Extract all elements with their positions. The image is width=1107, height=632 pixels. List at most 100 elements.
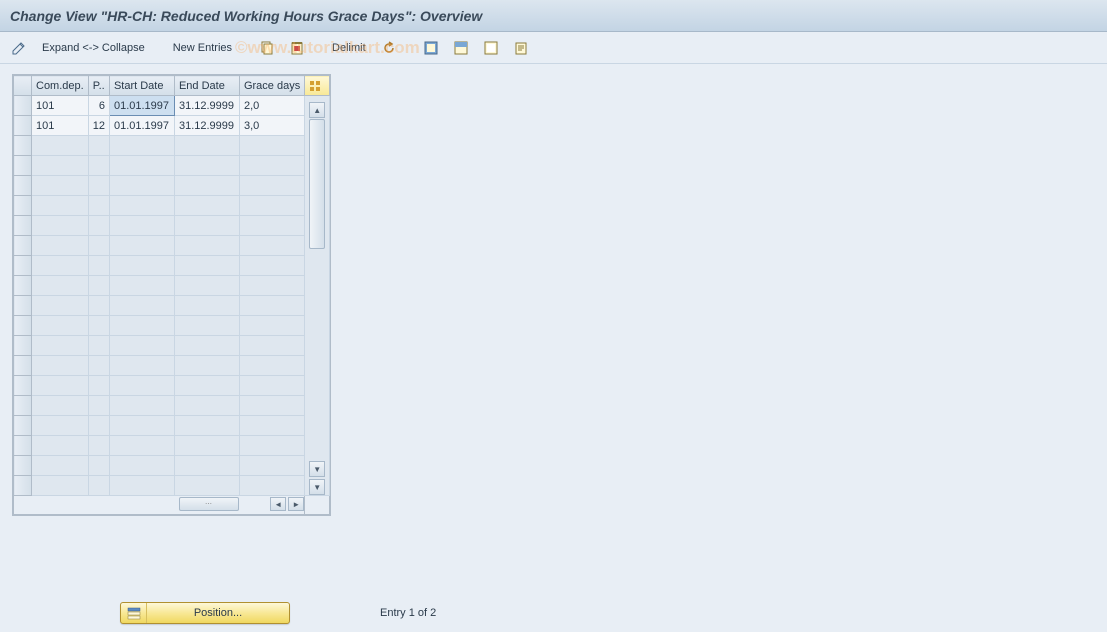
empty-cell[interactable] — [88, 256, 109, 276]
empty-cell[interactable] — [174, 296, 239, 316]
empty-cell[interactable] — [32, 256, 89, 276]
empty-cell[interactable] — [109, 296, 174, 316]
table-row-empty[interactable] — [14, 436, 330, 456]
empty-cell[interactable] — [239, 376, 304, 396]
col-grace-days[interactable]: Grace days — [239, 76, 304, 96]
cell-com-dep[interactable]: 101 — [32, 96, 89, 116]
empty-cell[interactable] — [88, 396, 109, 416]
horizontal-scrollbar[interactable]: ⋯ ◄ ► — [14, 496, 304, 514]
empty-cell[interactable] — [109, 156, 174, 176]
empty-cell[interactable] — [174, 176, 239, 196]
empty-cell[interactable] — [239, 136, 304, 156]
table-row-empty[interactable] — [14, 476, 330, 496]
empty-cell[interactable] — [174, 456, 239, 476]
empty-cell[interactable] — [109, 456, 174, 476]
table-row-empty[interactable] — [14, 376, 330, 396]
empty-cell[interactable] — [88, 316, 109, 336]
row-selector[interactable] — [14, 316, 32, 336]
table-row-empty[interactable] — [14, 156, 330, 176]
empty-cell[interactable] — [239, 396, 304, 416]
delimit-button[interactable]: Delimit — [328, 40, 370, 56]
empty-cell[interactable] — [109, 356, 174, 376]
table-row[interactable]: 101 12 01.01.1997 31.12.9999 3,0 — [14, 116, 330, 136]
empty-cell[interactable] — [32, 376, 89, 396]
cell-grace-days[interactable]: 2,0 — [239, 96, 304, 116]
corner-cell[interactable] — [14, 76, 32, 96]
empty-cell[interactable] — [174, 216, 239, 236]
empty-cell[interactable] — [88, 236, 109, 256]
table-row-empty[interactable] — [14, 196, 330, 216]
empty-cell[interactable] — [32, 176, 89, 196]
empty-cell[interactable] — [32, 156, 89, 176]
empty-cell[interactable] — [239, 476, 304, 496]
empty-cell[interactable] — [174, 256, 239, 276]
empty-cell[interactable] — [88, 276, 109, 296]
cell-start-date[interactable]: 01.01.1997 — [109, 116, 174, 136]
delete-icon[interactable] — [286, 37, 308, 59]
empty-cell[interactable] — [88, 376, 109, 396]
table-row-empty[interactable] — [14, 136, 330, 156]
cell-start-date[interactable]: 01.01.1997 — [109, 96, 174, 116]
cell-end-date[interactable]: 31.12.9999 — [174, 116, 239, 136]
empty-cell[interactable] — [174, 156, 239, 176]
empty-cell[interactable] — [32, 276, 89, 296]
empty-cell[interactable] — [109, 436, 174, 456]
row-selector[interactable] — [14, 296, 32, 316]
table-row-empty[interactable] — [14, 176, 330, 196]
empty-cell[interactable] — [239, 296, 304, 316]
empty-cell[interactable] — [88, 196, 109, 216]
empty-cell[interactable] — [32, 436, 89, 456]
scroll-up-icon[interactable]: ▲ — [309, 102, 325, 118]
empty-cell[interactable] — [32, 416, 89, 436]
empty-cell[interactable] — [174, 236, 239, 256]
row-selector[interactable] — [14, 276, 32, 296]
cell-p[interactable]: 6 — [88, 96, 109, 116]
empty-cell[interactable] — [32, 316, 89, 336]
row-selector[interactable] — [14, 176, 32, 196]
row-selector[interactable] — [14, 216, 32, 236]
empty-cell[interactable] — [174, 356, 239, 376]
empty-cell[interactable] — [109, 316, 174, 336]
vertical-scrollbar[interactable]: ▲ ▼ ▼ — [305, 96, 330, 496]
empty-cell[interactable] — [32, 136, 89, 156]
empty-cell[interactable] — [174, 436, 239, 456]
row-selector[interactable] — [14, 336, 32, 356]
row-selector[interactable] — [14, 136, 32, 156]
select-all-icon[interactable] — [420, 37, 442, 59]
empty-cell[interactable] — [239, 436, 304, 456]
scroll-down-icon[interactable]: ▼ — [309, 461, 325, 477]
empty-cell[interactable] — [88, 176, 109, 196]
empty-cell[interactable] — [239, 316, 304, 336]
cell-p[interactable]: 12 — [88, 116, 109, 136]
empty-cell[interactable] — [88, 296, 109, 316]
table-row-empty[interactable] — [14, 396, 330, 416]
empty-cell[interactable] — [174, 316, 239, 336]
empty-cell[interactable] — [32, 216, 89, 236]
empty-cell[interactable] — [32, 336, 89, 356]
empty-cell[interactable] — [109, 176, 174, 196]
empty-cell[interactable] — [32, 296, 89, 316]
row-selector[interactable] — [14, 416, 32, 436]
empty-cell[interactable] — [109, 216, 174, 236]
empty-cell[interactable] — [239, 356, 304, 376]
empty-cell[interactable] — [239, 216, 304, 236]
col-com-dep[interactable]: Com.dep. — [32, 76, 89, 96]
empty-cell[interactable] — [239, 256, 304, 276]
position-button[interactable]: Position... — [120, 602, 290, 624]
row-selector[interactable] — [14, 436, 32, 456]
empty-cell[interactable] — [88, 476, 109, 496]
table-row-empty[interactable] — [14, 276, 330, 296]
empty-cell[interactable] — [88, 436, 109, 456]
empty-cell[interactable] — [174, 416, 239, 436]
row-selector[interactable] — [14, 376, 32, 396]
table-row-empty[interactable] — [14, 356, 330, 376]
scroll-down-icon-2[interactable]: ▼ — [309, 479, 325, 495]
empty-cell[interactable] — [109, 476, 174, 496]
col-p[interactable]: P.. — [88, 76, 109, 96]
col-end-date[interactable]: End Date — [174, 76, 239, 96]
empty-cell[interactable] — [174, 376, 239, 396]
cell-end-date[interactable]: 31.12.9999 — [174, 96, 239, 116]
empty-cell[interactable] — [239, 196, 304, 216]
new-entries-button[interactable]: New Entries — [169, 40, 236, 56]
table-row-empty[interactable] — [14, 256, 330, 276]
